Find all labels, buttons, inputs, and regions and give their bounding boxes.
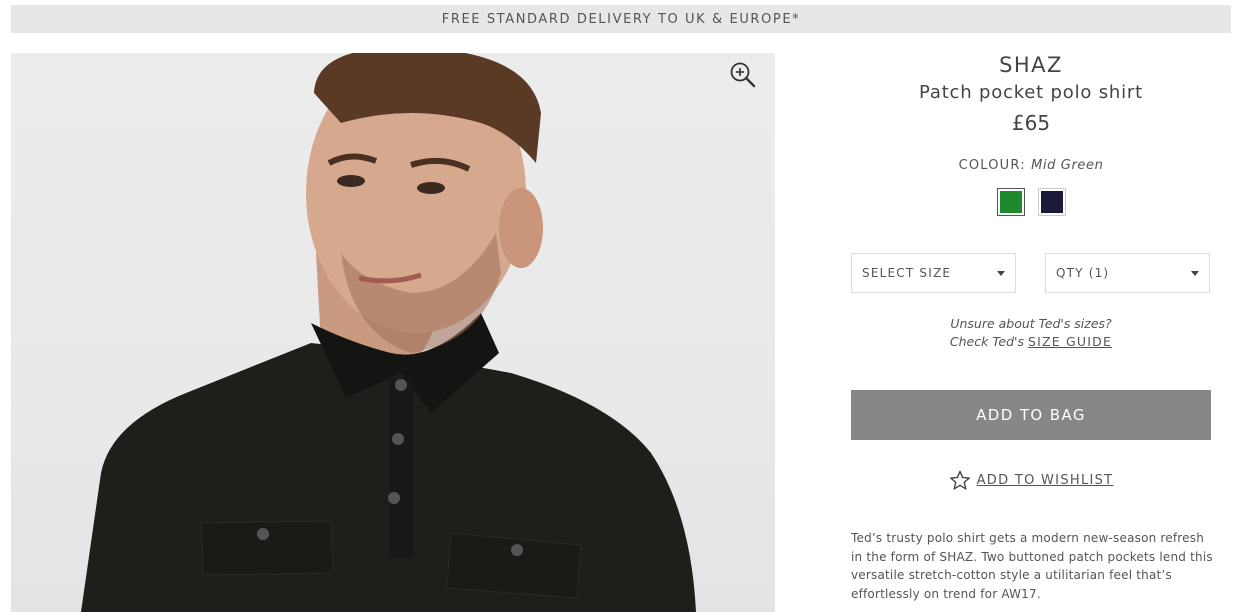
product-description: Ted’s trusty polo shirt gets a modern ne…	[851, 531, 1213, 601]
product-brand: SHAZ	[999, 53, 1063, 77]
size-help-line1: Unsure about Ted's sizes?	[950, 316, 1112, 331]
size-help: Unsure about Ted's sizes? Check Ted's SI…	[831, 315, 1231, 351]
swatch-mid-green-fill	[999, 191, 1022, 213]
swatch-navy-fill	[1040, 191, 1063, 213]
add-to-bag-button[interactable]: ADD TO BAG	[851, 390, 1211, 440]
wishlist-label: ADD TO WISHLIST	[976, 473, 1114, 488]
star-icon	[949, 470, 970, 490]
colour-row: COLOUR: Mid Green	[831, 158, 1231, 173]
promo-text: FREE STANDARD DELIVERY TO UK & EUROPE*	[441, 11, 801, 27]
swatch-mid-green[interactable]	[996, 188, 1025, 216]
product-price: £65	[1011, 111, 1051, 135]
swatch-navy[interactable]	[1037, 188, 1066, 216]
colour-swatches	[831, 188, 1231, 216]
product-name: Patch pocket polo shirt	[919, 82, 1143, 103]
colour-label: COLOUR:	[958, 158, 1026, 173]
quantity-select-label: QTY (1)	[1056, 266, 1110, 280]
size-help-prefix: Check Ted's	[949, 334, 1024, 349]
chevron-down-icon	[997, 271, 1005, 276]
size-select[interactable]: SELECT SIZE	[851, 253, 1016, 293]
promo-banner: FREE STANDARD DELIVERY TO UK & EUROPE*	[11, 5, 1231, 33]
product-image[interactable]	[11, 53, 775, 612]
zoom-in-button[interactable]	[729, 61, 757, 89]
add-to-wishlist-link[interactable]: ADD TO WISHLIST	[831, 470, 1231, 491]
size-select-label: SELECT SIZE	[862, 266, 952, 280]
size-help-line2: Check Ted's SIZE GUIDE	[831, 333, 1231, 351]
model-photo	[81, 53, 696, 612]
chevron-down-icon	[1191, 271, 1199, 276]
size-guide-link[interactable]: SIZE GUIDE	[1028, 334, 1112, 349]
colour-value: Mid Green	[1031, 158, 1104, 173]
zoom-in-icon	[730, 62, 756, 88]
quantity-select[interactable]: QTY (1)	[1045, 253, 1210, 293]
